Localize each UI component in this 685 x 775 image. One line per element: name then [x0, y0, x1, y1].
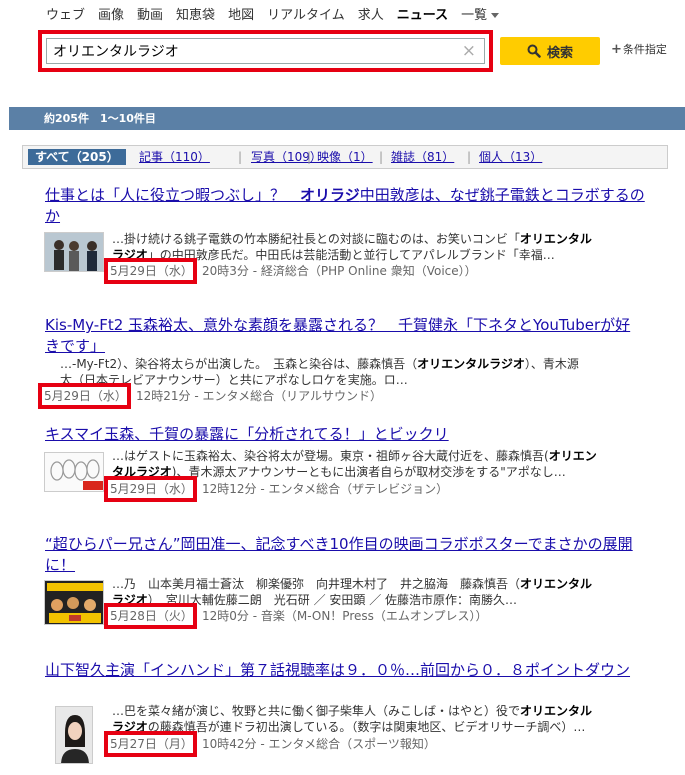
snippet-text: ） 宮川大輔佐藤二朗 光石研 ／ 安田顕 ／ 佐藤浩市原作：南勝久… — [147, 593, 518, 607]
snippet-highlight: オリエンタル — [519, 232, 592, 246]
nav-realtime[interactable]: リアルタイム — [267, 4, 345, 23]
snippet-highlight: オリエンタルラジオ — [417, 357, 525, 371]
result-title-text: 仕事とは「人に役立つ暇つぶし」？ — [45, 186, 301, 204]
result-snippet: …掛け続ける銚子電鉄の竹本勝紀社長との対談に臨むのは、お笑いコンビ「オリエンタル — [112, 231, 647, 248]
nav-map[interactable]: 地図 — [228, 4, 254, 23]
snippet-text: …はゲストに玉森裕太、染谷将太が登場。東京・祖師ヶ谷大蔵付近を、藤森慎吾( — [112, 449, 549, 463]
movie-poster-icon — [45, 581, 103, 624]
result-date: 5月29日（水） — [44, 389, 127, 403]
tv-logo-icon — [45, 453, 103, 491]
search-input[interactable] — [53, 42, 453, 60]
search-conditions-link[interactable]: +条件指定 — [611, 41, 667, 57]
search-icon — [527, 44, 541, 58]
result-date: 5月29日（水） — [110, 482, 193, 496]
snippet-highlight: オリエンタル — [520, 577, 593, 591]
nav-web[interactable]: ウェブ — [46, 4, 85, 23]
nav-more[interactable]: 一覧 — [461, 4, 500, 23]
result-snippet: …-My-Ft2）、染谷将太らが出演した。 玉森と染谷は、藤森慎吾（オリエンタル… — [60, 356, 650, 373]
snippet-text: ）、青木源 — [524, 357, 579, 371]
filter-separator: | — [307, 150, 312, 164]
results-summary-bar: 約205件 1〜10件目 — [9, 107, 685, 130]
result-date-highlight: 5月29日（水） — [104, 476, 197, 502]
result-date: 5月27日（月） — [110, 737, 193, 751]
chevron-down-icon — [491, 13, 500, 18]
filter-all-active[interactable]: すべて（205） — [28, 149, 126, 165]
news-photo-icon[interactable] — [44, 232, 104, 272]
result-meta: 10時42分 - エンタメ総合（スポーツ報知） — [202, 737, 436, 751]
result-date-highlight: 5月28日（火） — [104, 603, 197, 629]
tv-logo-icon[interactable] — [44, 452, 104, 492]
filter-video[interactable]: 映像（1） — [317, 146, 373, 168]
filter-photos[interactable]: 写真（109） — [251, 146, 322, 168]
result-title-link[interactable]: キスマイ玉森、千賀の暴露に「分析されてる！」とビックリ — [45, 424, 645, 445]
vertical-nav: ウェブ 画像 動画 知恵袋 地図 リアルタイム 求人 ニュース 一覧 — [46, 4, 512, 23]
search-conditions-label: 条件指定 — [622, 43, 667, 56]
result-snippet: …はゲストに玉森裕太、染谷将太が登場。東京・祖師ヶ谷大蔵付近を、藤森慎吾(オリエ… — [112, 448, 647, 465]
nav-jobs[interactable]: 求人 — [358, 4, 384, 23]
filter-separator: | — [467, 150, 472, 164]
result-snippet: …巴を菜々緒が演じ、牧野と共に働く御子柴隼人（みこしば・はやと）役でオリエンタル — [112, 703, 647, 720]
filter-separator: | — [379, 150, 384, 164]
filter-magazines[interactable]: 雑誌（81） — [391, 146, 454, 168]
portrait-photo-icon — [56, 707, 92, 763]
search-highlight-frame: × — [38, 30, 493, 72]
movie-poster-icon[interactable] — [44, 580, 104, 625]
result-meta: 20時3分 - 経済総合（PHP Online 衆知（Voice）） — [202, 264, 477, 278]
result-title-link[interactable]: “超ひらパー兄さん”岡田准一、記念すべき10作目の映画コラボポスターでまさかの展… — [45, 534, 645, 576]
result-title-link[interactable]: 山下智久主演「インハンド」第７話視聴率は９．０％…前回から０．８ポイントダウン — [45, 660, 645, 681]
nav-chiebukuro[interactable]: 知恵袋 — [176, 4, 215, 23]
clear-icon[interactable]: × — [462, 41, 476, 61]
search-button-label: 検索 — [546, 45, 573, 61]
result-date: 5月28日（火） — [110, 609, 193, 623]
snippet-text: …-My-Ft2）、染谷将太らが出演した。 玉森と染谷は、藤森慎吾（ — [60, 357, 418, 371]
nav-images[interactable]: 画像 — [98, 4, 124, 23]
filter-separator: | — [238, 150, 243, 164]
snippet-text: の藤森慎吾が連ドラ初出演している。（数字は関東地区、ビデオリサーチ調べ）… — [147, 720, 586, 734]
result-title-link[interactable]: 仕事とは「人に役立つ暇つぶし」？ オリラジ中田敦彦は、なぜ銚子電鉄とコラボするの… — [45, 185, 645, 227]
snippet-text: )、青木源太アナウンサーともに出演者自らが取材交渉をする"アポなし… — [171, 465, 566, 479]
filter-articles[interactable]: 記事（110） — [139, 146, 210, 168]
snippet-text: …掛け続ける銚子電鉄の竹本勝紀社長との対談に臨むのは、お笑いコンビ「 — [112, 232, 520, 246]
result-meta: 12時21分 - エンタメ総合（リアルサウンド） — [136, 389, 383, 403]
results-count: 約205件 1〜10件目 — [44, 112, 156, 125]
nav-news[interactable]: ニュース — [397, 4, 448, 23]
snippet-text: …巴を菜々緒が演じ、牧野と共に働く御子柴隼人（みこしば・はやと）役で — [112, 704, 521, 718]
snippet-text: …乃 山本美月福士蒼汰 柳楽優弥 向井理木村了 井之脇海 藤森慎吾（ — [112, 577, 521, 591]
result-date-highlight: 5月29日（水） — [104, 258, 197, 284]
result-title-highlight: オリラジ — [300, 186, 360, 204]
filter-individuals[interactable]: 個人（13） — [479, 146, 542, 168]
snippet-text: 」の中田敦彦氏だ。中田氏は芸能活動と並行してアパレルブランド「幸福… — [147, 248, 555, 262]
snippet-highlight: オリエンタル — [520, 704, 593, 718]
result-meta: 12時0分 - 音楽（M-ON！Press（エムオンプレス）） — [202, 609, 488, 623]
portrait-photo-icon[interactable] — [55, 706, 93, 764]
result-date: 5月29日（水） — [110, 264, 193, 278]
search-field: × — [46, 38, 485, 64]
search-button[interactable]: 検索 — [500, 37, 600, 65]
result-snippet: …乃 山本美月福士蒼汰 柳楽優弥 向井理木村了 井之脇海 藤森慎吾（オリエンタル — [112, 576, 647, 593]
result-meta: 12時12分 - エンタメ総合（ザテレビジョン） — [202, 482, 449, 496]
result-title-link[interactable]: Kis-My-Ft2 玉森裕太、意外な素顔を暴露される？ 千賀健永「下ネタとYo… — [45, 315, 645, 357]
result-date-highlight: 5月27日（月） — [104, 731, 197, 757]
category-filter-bar: すべて（205） 記事（110） | 写真（109） | 映像（1） | 雑誌（… — [22, 145, 668, 169]
news-photo-icon — [45, 233, 103, 271]
nav-more-label: 一覧 — [461, 8, 488, 23]
snippet-highlight: オリエン — [548, 449, 597, 463]
nav-video[interactable]: 動画 — [137, 4, 163, 23]
plus-icon: + — [611, 42, 622, 57]
result-date-highlight: 5月29日（水） — [38, 383, 131, 409]
